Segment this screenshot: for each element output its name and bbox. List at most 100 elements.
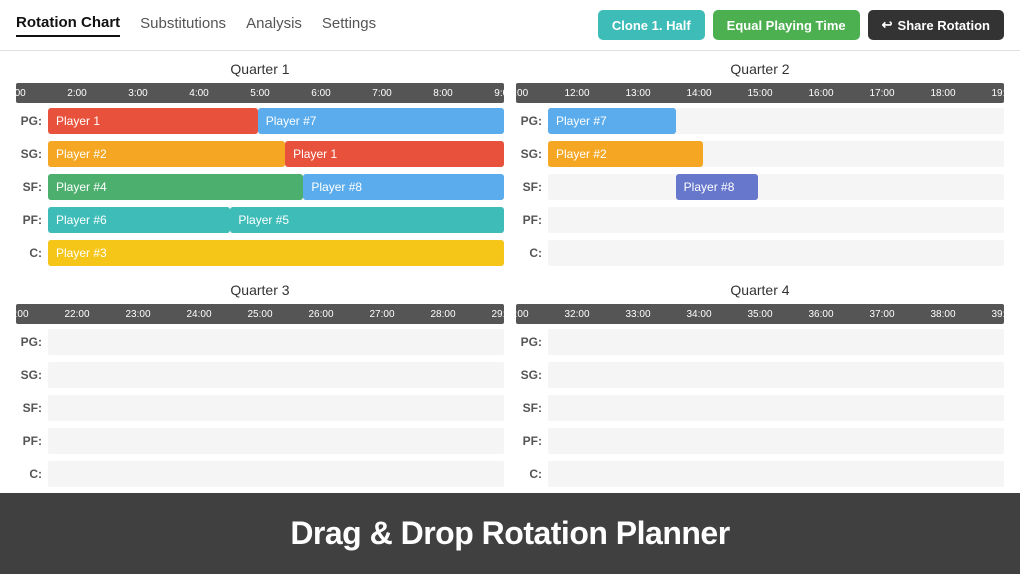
player-block[interactable]: Player #7	[258, 108, 504, 134]
nav-tab-rotation-chart[interactable]: Rotation Chart	[16, 14, 120, 37]
equal-time-button[interactable]: Equal Playing Time	[713, 10, 860, 40]
share-rotation-button[interactable]: ↩ Share Rotation	[868, 10, 1004, 40]
pos-label-pg: PG:	[516, 335, 548, 349]
header-buttons: Clone 1. Half Equal Playing Time ↩ Share…	[598, 10, 1004, 40]
pos-label-sf: SF:	[516, 180, 548, 194]
main-content: Quarter 11:002:003:004:005:006:007:008:0…	[0, 51, 1020, 513]
pos-label-c: C:	[516, 246, 548, 260]
q1-track-PG[interactable]: Player 1Player #7	[48, 108, 504, 134]
time-label-4:00: 4:00	[189, 88, 208, 99]
q2-pos-PG: PG:Player #7	[516, 106, 1004, 136]
q4-pos-PF: PF:	[516, 426, 1004, 456]
quarter-q4: Quarter 431:0032:0033:0034:0035:0036:003…	[516, 282, 1004, 489]
player-block[interactable]: Player #8	[303, 174, 504, 200]
q1-pos-SF: SF:Player #4Player #8	[16, 172, 504, 202]
q2-track-SG[interactable]: Player #2	[548, 141, 1004, 167]
q2-track-SF[interactable]: Player #8	[548, 174, 1004, 200]
q4-track-SG[interactable]	[548, 362, 1004, 388]
player-block[interactable]: Player #6	[48, 207, 230, 233]
nav-tab-analysis[interactable]: Analysis	[246, 15, 302, 36]
pos-label-sg: SG:	[16, 147, 48, 161]
time-label-5:00: 5:00	[250, 88, 269, 99]
q1-track-SG[interactable]: Player #2Player 1	[48, 141, 504, 167]
q2-pos-C: C:	[516, 238, 1004, 268]
player-block[interactable]: Player #5	[230, 207, 504, 233]
pos-label-pg: PG:	[16, 114, 48, 128]
share-rotation-label: Share Rotation	[898, 18, 990, 33]
pos-label-pf: PF:	[16, 213, 48, 227]
pos-label-sf: SF:	[16, 180, 48, 194]
time-label-26:00: 26:00	[308, 309, 333, 320]
top-quarters-row: Quarter 11:002:003:004:005:006:007:008:0…	[16, 61, 1004, 268]
time-label-21:00: 21:00	[3, 309, 28, 320]
q3-pos-SG: SG:	[16, 360, 504, 390]
time-label-17:00: 17:00	[869, 88, 894, 99]
q1-track-C[interactable]: Player #3	[48, 240, 504, 266]
q3-track-SF[interactable]	[48, 395, 504, 421]
clone-half-button[interactable]: Clone 1. Half	[598, 10, 705, 40]
q4-pos-SF: SF:	[516, 393, 1004, 423]
q4-track-PG[interactable]	[548, 329, 1004, 355]
time-label-1:00: 1:00	[6, 88, 25, 99]
q3-track-SG[interactable]	[48, 362, 504, 388]
share-icon: ↩	[882, 17, 893, 33]
pos-label-pg: PG:	[516, 114, 548, 128]
time-label-8:00: 8:00	[433, 88, 452, 99]
q3-pos-C: C:	[16, 459, 504, 489]
q4-track-SF[interactable]	[548, 395, 1004, 421]
time-label-2:00: 2:00	[67, 88, 86, 99]
pos-label-c: C:	[16, 246, 48, 260]
q1-title: Quarter 1	[16, 61, 504, 77]
time-label-11:00: 11:00	[504, 88, 528, 99]
q2-title: Quarter 2	[516, 61, 1004, 77]
time-label-36:00: 36:00	[808, 309, 833, 320]
player-block[interactable]: Player #2	[48, 141, 285, 167]
q2-track-PG[interactable]: Player #7	[548, 108, 1004, 134]
pos-label-sf: SF:	[16, 401, 48, 415]
q4-title: Quarter 4	[516, 282, 1004, 298]
player-block[interactable]: Player 1	[48, 108, 258, 134]
q3-pos-PG: PG:	[16, 327, 504, 357]
q1-pos-PF: PF:Player #6Player #5	[16, 205, 504, 235]
nav-tab-substitutions[interactable]: Substitutions	[140, 15, 226, 36]
q4-track-PF[interactable]	[548, 428, 1004, 454]
time-label-22:00: 22:00	[64, 309, 89, 320]
time-label-12:00: 12:00	[564, 88, 589, 99]
player-block[interactable]: Player #8	[676, 174, 758, 200]
q1-track-SF[interactable]: Player #4Player #8	[48, 174, 504, 200]
q1-track-PF[interactable]: Player #6Player #5	[48, 207, 504, 233]
q3-track-C[interactable]	[48, 461, 504, 487]
nav-tab-settings[interactable]: Settings	[322, 15, 376, 36]
time-label-24:00: 24:00	[186, 309, 211, 320]
q1-pos-C: C:Player #3	[16, 238, 504, 268]
time-label-16:00: 16:00	[808, 88, 833, 99]
app-header: Rotation Chart Substitutions Analysis Setti…	[0, 0, 1020, 51]
q3-title: Quarter 3	[16, 282, 504, 298]
pos-label-pg: PG:	[16, 335, 48, 349]
q2-track-C[interactable]	[548, 240, 1004, 266]
player-block[interactable]: Player #2	[548, 141, 703, 167]
q2-track-PF[interactable]	[548, 207, 1004, 233]
q4-track-C[interactable]	[548, 461, 1004, 487]
time-label-14:00: 14:00	[686, 88, 711, 99]
time-label-38:00: 38:00	[930, 309, 955, 320]
time-label-31:00: 31:00	[503, 309, 528, 320]
player-block[interactable]: Player #7	[548, 108, 676, 134]
time-label-34:00: 34:00	[686, 309, 711, 320]
player-block[interactable]: Player #3	[48, 240, 504, 266]
player-block[interactable]: Player #4	[48, 174, 303, 200]
watermark-overlay: Drag & Drop Rotation Planner	[0, 493, 1020, 574]
q4-time-axis: 31:0032:0033:0034:0035:0036:0037:0038:00…	[516, 304, 1004, 324]
time-label-25:00: 25:00	[247, 309, 272, 320]
time-label-6:00: 6:00	[311, 88, 330, 99]
q3-track-PG[interactable]	[48, 329, 504, 355]
player-block[interactable]: Player 1	[285, 141, 504, 167]
q2-pos-PF: PF:	[516, 205, 1004, 235]
q3-track-PF[interactable]	[48, 428, 504, 454]
time-label-18:00: 18:00	[930, 88, 955, 99]
pos-label-pf: PF:	[516, 213, 548, 227]
q3-pos-SF: SF:	[16, 393, 504, 423]
time-label-35:00: 35:00	[747, 309, 772, 320]
time-label-7:00: 7:00	[372, 88, 391, 99]
q2-pos-SF: SF: Player #8	[516, 172, 1004, 202]
